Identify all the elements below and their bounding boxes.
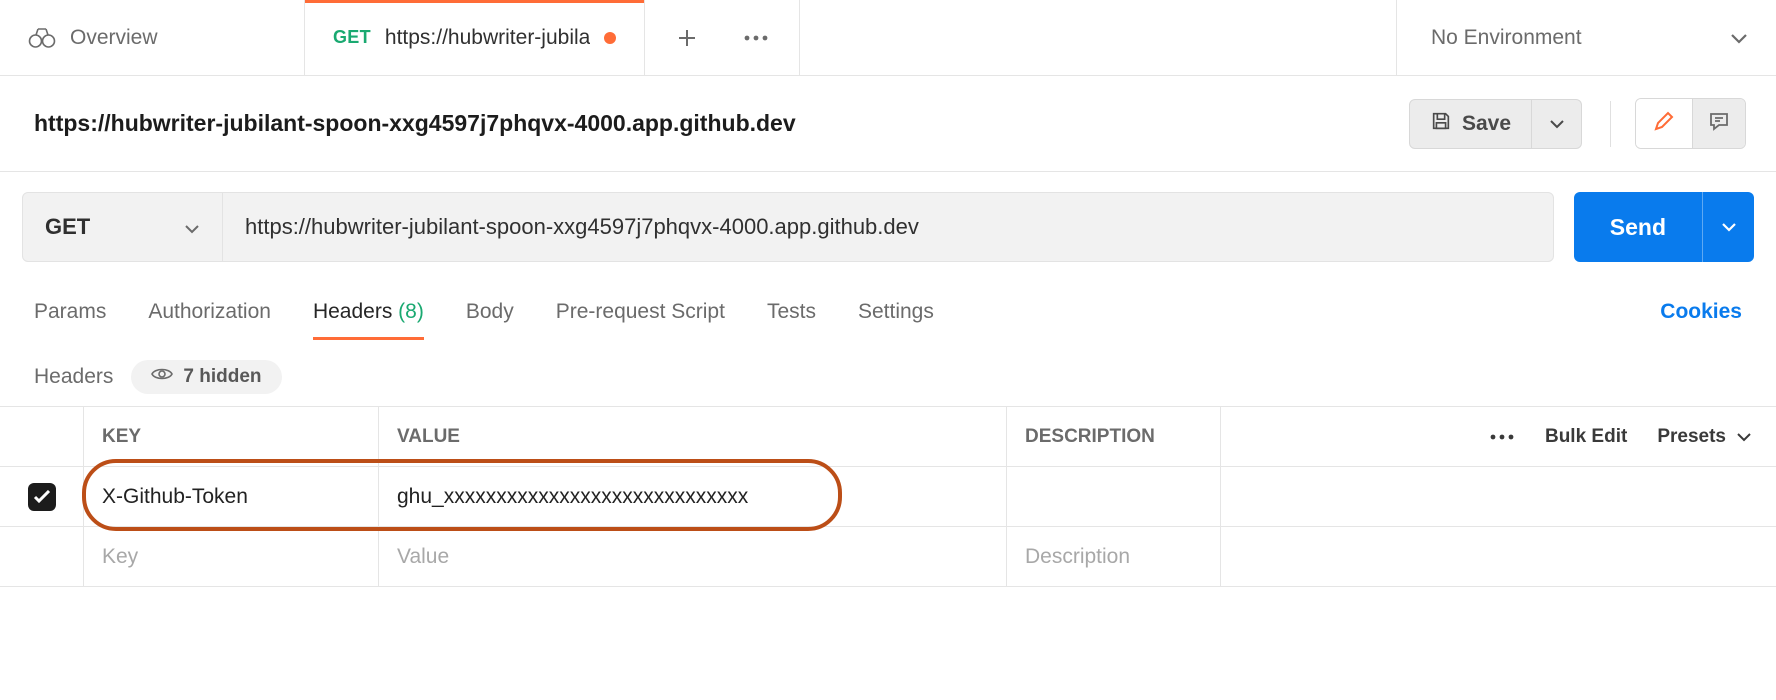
save-icon [1430, 110, 1452, 138]
send-label: Send [1610, 214, 1666, 240]
headers-heading: Headers [34, 365, 113, 389]
environment-label: No Environment [1431, 26, 1582, 50]
more-columns-button[interactable] [1489, 433, 1515, 441]
row-spacer [1221, 467, 1776, 526]
hidden-count-label: 7 hidden [183, 366, 261, 388]
tab-prerequest[interactable]: Pre-request Script [556, 286, 725, 338]
unsaved-dot-icon [604, 32, 616, 44]
cookies-link[interactable]: Cookies [1660, 300, 1742, 324]
header-key-input[interactable]: Key [84, 527, 379, 586]
row-enabled-placeholder [0, 527, 84, 586]
header-description-input[interactable] [1007, 467, 1221, 526]
save-more-button[interactable] [1532, 99, 1582, 149]
header-value-input[interactable]: ghu_xxxxxxxxxxxxxxxxxxxxxxxxxxxxx [379, 467, 1007, 526]
comment-icon [1707, 109, 1731, 138]
column-description: DESCRIPTION [1007, 407, 1221, 466]
tab-overview-label: Overview [70, 26, 158, 50]
table-row: X-Github-Token ghu_xxxxxxxxxxxxxxxxxxxxx… [0, 467, 1776, 527]
tab-body[interactable]: Body [466, 286, 514, 338]
header-value-value: ghu_xxxxxxxxxxxxxxxxxxxxxxxxxxxxx [397, 485, 748, 509]
divider [1610, 101, 1611, 147]
environment-selector[interactable]: No Environment [1396, 0, 1776, 75]
http-method-label: GET [45, 214, 90, 240]
column-key: KEY [84, 407, 379, 466]
row-enabled-checkbox[interactable] [28, 483, 56, 511]
header-key-placeholder: Key [102, 545, 138, 569]
header-value-input[interactable]: Value [379, 527, 1007, 586]
header-key-value: X-Github-Token [102, 485, 248, 509]
tab-overview[interactable]: Overview [0, 0, 305, 75]
tab-headers-label: Headers [313, 300, 392, 323]
edit-button[interactable] [1636, 99, 1692, 148]
table-row: Key Value Description [0, 527, 1776, 587]
column-value: VALUE [379, 407, 1007, 466]
tab-headers-count: (8) [398, 300, 424, 323]
headers-table-head: KEY VALUE DESCRIPTION Bulk Edit Presets [0, 407, 1776, 467]
header-description-input[interactable]: Description [1007, 527, 1221, 586]
header-description-placeholder: Description [1025, 545, 1130, 569]
binoculars-icon [28, 27, 56, 49]
bulk-edit-button[interactable]: Bulk Edit [1545, 426, 1627, 448]
tab-authorization[interactable]: Authorization [148, 286, 271, 338]
url-input[interactable]: https://hubwriter-jubilant-spoon-xxg4597… [223, 193, 1553, 261]
send-button[interactable]: Send [1574, 192, 1702, 262]
save-button[interactable]: Save [1409, 99, 1532, 149]
header-value-placeholder: Value [397, 545, 449, 569]
tab-request-title: https://hubwriter-jubila [385, 26, 590, 50]
eye-icon [151, 366, 173, 388]
column-checkbox [0, 407, 84, 466]
comments-button[interactable] [1692, 99, 1745, 148]
presets-button[interactable]: Presets [1657, 426, 1752, 448]
chevron-down-icon [1730, 26, 1748, 50]
pencil-icon [1652, 109, 1676, 138]
request-name: https://hubwriter-jubilant-spoon-xxg4597… [34, 110, 1409, 137]
url-value: https://hubwriter-jubilant-spoon-xxg4597… [245, 214, 919, 240]
toggle-hidden-headers[interactable]: 7 hidden [131, 360, 281, 394]
chevron-down-icon [184, 214, 200, 240]
more-tabs-button[interactable] [743, 34, 769, 42]
header-key-input[interactable]: X-Github-Token [84, 467, 379, 526]
tab-method-badge: GET [333, 27, 371, 48]
tab-params[interactable]: Params [34, 286, 106, 338]
http-method-select[interactable]: GET [23, 193, 223, 261]
send-more-button[interactable] [1702, 192, 1754, 262]
tab-settings[interactable]: Settings [858, 286, 934, 338]
tab-tests[interactable]: Tests [767, 286, 816, 338]
row-spacer [1221, 527, 1776, 586]
tab-headers[interactable]: Headers (8) [313, 286, 424, 338]
new-tab-button[interactable] [675, 26, 699, 50]
save-label: Save [1462, 112, 1511, 136]
presets-label: Presets [1657, 426, 1726, 448]
tab-request[interactable]: GET https://hubwriter-jubila [305, 0, 645, 75]
